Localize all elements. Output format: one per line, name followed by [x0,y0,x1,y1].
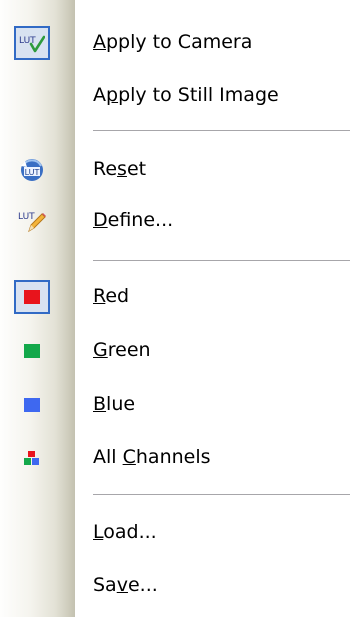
lut-context-menu: LUT Apply to Camera Apply to Still Image… [0,0,350,617]
checked-state-frame: LUT [14,26,50,60]
menu-item-label: Apply to Still Image [93,84,279,106]
checked-state-frame [14,280,50,314]
menu-item-label: Apply to Camera [93,31,253,53]
lut-icon-text: LUT [19,36,36,46]
menu-separator [93,494,350,495]
menu-item-label: Define... [93,209,174,231]
lut-icon-text: LUT [18,212,35,222]
icon-slot [14,388,50,422]
menu-separator [93,130,350,131]
menu-item-green[interactable]: Green [0,326,350,376]
green-square-icon [24,344,40,358]
lut-reset-icon: LUT [21,159,43,181]
menu-item-label: Save... [93,574,158,596]
icon-slot [14,334,50,368]
menu-item-label: Green [93,339,151,361]
menu-item-label: Load... [93,521,157,543]
red-square-icon [24,290,40,304]
blue-square-icon [24,398,40,412]
lut-check-icon: LUT [19,35,45,53]
menu-item-label: Blue [93,393,136,415]
icon-slot [14,441,50,475]
menu-item-reset[interactable]: LUT Reset [0,145,350,195]
menu-separator [93,260,350,261]
menu-item-save[interactable]: Save... [0,561,350,611]
menu-item-apply-to-camera[interactable]: LUT Apply to Camera [0,18,350,68]
menu-item-apply-to-still-image[interactable]: Apply to Still Image [0,71,350,121]
menu-item-label: Red [93,285,130,307]
lut-pencil-icon: LUT [18,212,46,233]
menu-item-all-channels[interactable]: All Channels [0,433,350,483]
menu-item-define[interactable]: LUT Define... [0,196,350,246]
menu-item-label: Reset [93,158,147,180]
menu-item-blue[interactable]: Blue [0,380,350,430]
lut-icon-text: LUT [25,168,40,177]
icon-slot: LUT [14,204,50,238]
menu-item-label: All Channels [93,446,211,468]
menu-item-load[interactable]: Load... [0,508,350,558]
rgb-channels-icon [24,451,39,465]
menu-item-red[interactable]: Red [0,272,350,322]
icon-slot: LUT [14,153,50,187]
